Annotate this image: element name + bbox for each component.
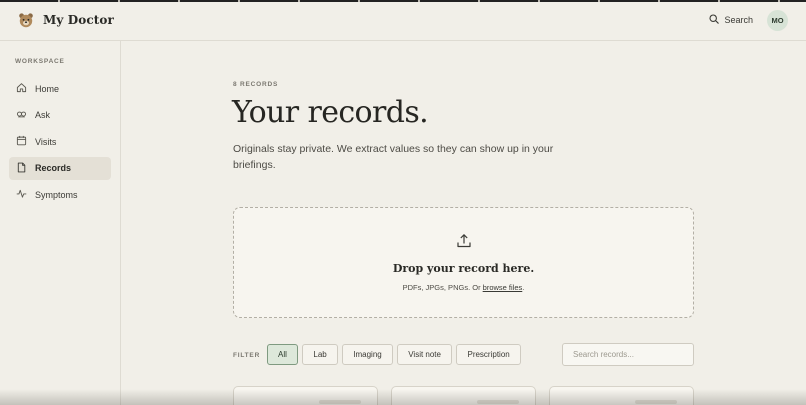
sidebar-section-label: WORKSPACE (15, 58, 65, 65)
filter-chip-imaging[interactable]: Imaging (342, 344, 393, 365)
avatar[interactable]: MO (767, 9, 788, 31)
search-icon (709, 14, 720, 26)
search-button[interactable]: Search (709, 14, 753, 26)
sidebar-item-label: Visits (35, 136, 57, 147)
dropzone-subtitle-text: PDFs, JPGs, PNGs. Or (402, 283, 483, 292)
sidebar-item-symptoms[interactable]: Symptoms (9, 183, 111, 206)
sidebar-item-label: Ask (35, 110, 51, 120)
sidebar-item-ask[interactable]: Ask (9, 104, 111, 127)
filter-chips: All Lab Imaging Visit note Prescription (267, 344, 521, 365)
filter-chip-lab[interactable]: Lab (302, 344, 338, 365)
home-icon (16, 82, 27, 95)
search-records-input[interactable] (562, 343, 694, 366)
page-title: Your records. (232, 95, 429, 130)
brand[interactable]: My Doctor (18, 12, 114, 28)
sidebar-item-records[interactable]: Records (9, 156, 111, 180)
sidebar: WORKSPACE Home Ask Visits Records Sympto… (0, 41, 121, 405)
page-subtitle: Originals stay private. We extract value… (233, 143, 554, 171)
sidebar-item-label: Home (35, 83, 60, 94)
bear-icon (18, 12, 34, 28)
calendar-icon (16, 135, 27, 148)
document-icon (16, 162, 27, 175)
header-actions: Search MO (709, 9, 788, 31)
dropzone-subtitle-suffix: . (522, 283, 525, 292)
upload-dropzone[interactable]: Drop your record here. PDFs, JPGs, PNGs.… (233, 207, 694, 318)
upload-icon (456, 233, 472, 254)
search-button-label: Search (724, 15, 753, 25)
record-card-placeholder (477, 400, 519, 404)
app-header: My Doctor Search MO (0, 0, 806, 41)
dropzone-subtitle: PDFs, JPGs, PNGs. Or browse files. (403, 283, 525, 292)
main-content: 8 RECORDS Your records. Originals stay p… (121, 41, 806, 405)
record-card-placeholder (319, 400, 361, 404)
sidebar-item-label: Records (35, 163, 72, 173)
record-card[interactable] (549, 386, 694, 405)
sidebar-item-home[interactable]: Home (9, 77, 111, 100)
chat-icon (16, 109, 27, 122)
record-card[interactable] (233, 386, 378, 405)
dropzone-title: Drop your record here. (392, 262, 535, 275)
filter-chip-prescription[interactable]: Prescription (456, 344, 521, 365)
sidebar-item-visits[interactable]: Visits (9, 130, 111, 153)
record-card[interactable] (391, 386, 536, 405)
browse-files-link[interactable]: browse files (483, 283, 523, 292)
app-name: My Doctor (43, 13, 114, 27)
record-card-placeholder (635, 400, 677, 404)
pulse-icon (16, 188, 27, 201)
records-count: 8 RECORDS (233, 81, 279, 88)
filter-chip-visit-note[interactable]: Visit note (397, 344, 452, 365)
filter-label: FILTER (233, 352, 261, 359)
sidebar-item-label: Symptoms (35, 189, 78, 200)
filter-chip-all[interactable]: All (267, 344, 298, 365)
